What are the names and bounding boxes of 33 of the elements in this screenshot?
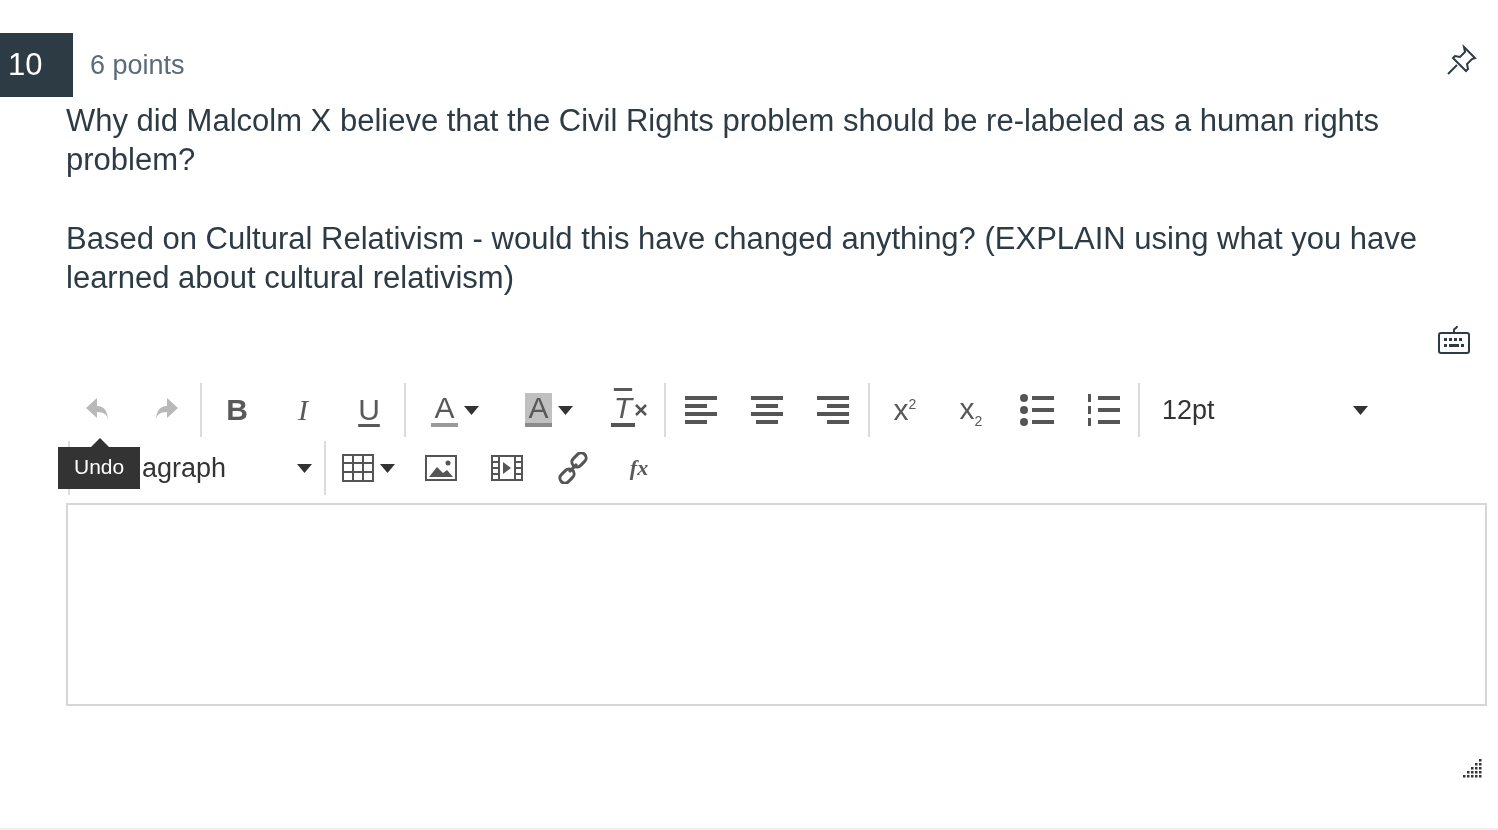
caret-icon: [1353, 405, 1368, 415]
background-color-button[interactable]: A: [502, 386, 596, 434]
italic-button[interactable]: I: [270, 386, 336, 434]
tooltip: Undo: [58, 437, 141, 489]
table-icon: [341, 454, 374, 482]
link-icon: [557, 452, 589, 484]
film-icon: [491, 455, 523, 481]
image-icon: [425, 455, 457, 481]
bullet-list-icon: [1020, 394, 1054, 426]
caret-icon: [297, 463, 312, 473]
resize-grip-icon[interactable]: [1463, 759, 1483, 779]
numbered-list-icon: [1086, 394, 1120, 426]
keyboard-icon[interactable]: [1437, 325, 1471, 355]
bold-button[interactable]: B: [204, 386, 270, 434]
caret-icon: [557, 405, 573, 415]
points-label: 6 points: [90, 49, 185, 81]
caret-icon: [379, 463, 395, 473]
question-text: Based on Cultural Relativism - would this have changed anything? (EXPLAIN using what you have learned about cultural relativism): [66, 220, 1418, 297]
caret-icon: [463, 405, 479, 415]
question-number: 10: [0, 33, 73, 97]
align-center-icon: [751, 396, 783, 424]
superscript-button[interactable]: x$^{2}$: [872, 386, 938, 434]
font-size-dropdown[interactable]: 12pt: [1142, 386, 1378, 434]
align-right-icon: [817, 396, 849, 424]
remove-mark-icon: [635, 404, 648, 416]
subscript-button[interactable]: x$_{2}$: [938, 386, 1004, 434]
align-left-icon: [685, 396, 717, 424]
underline-button[interactable]: U: [336, 386, 402, 434]
question-text: Why did Malcolm X believe that the Civil Rights problem should be re-labeled as a human rights problem?: [66, 102, 1380, 179]
equation-button[interactable]: fx: [606, 444, 672, 492]
text-color-button[interactable]: A: [408, 386, 502, 434]
clear-format-button[interactable]: T: [596, 386, 662, 434]
pin-icon[interactable]: [1446, 44, 1478, 76]
